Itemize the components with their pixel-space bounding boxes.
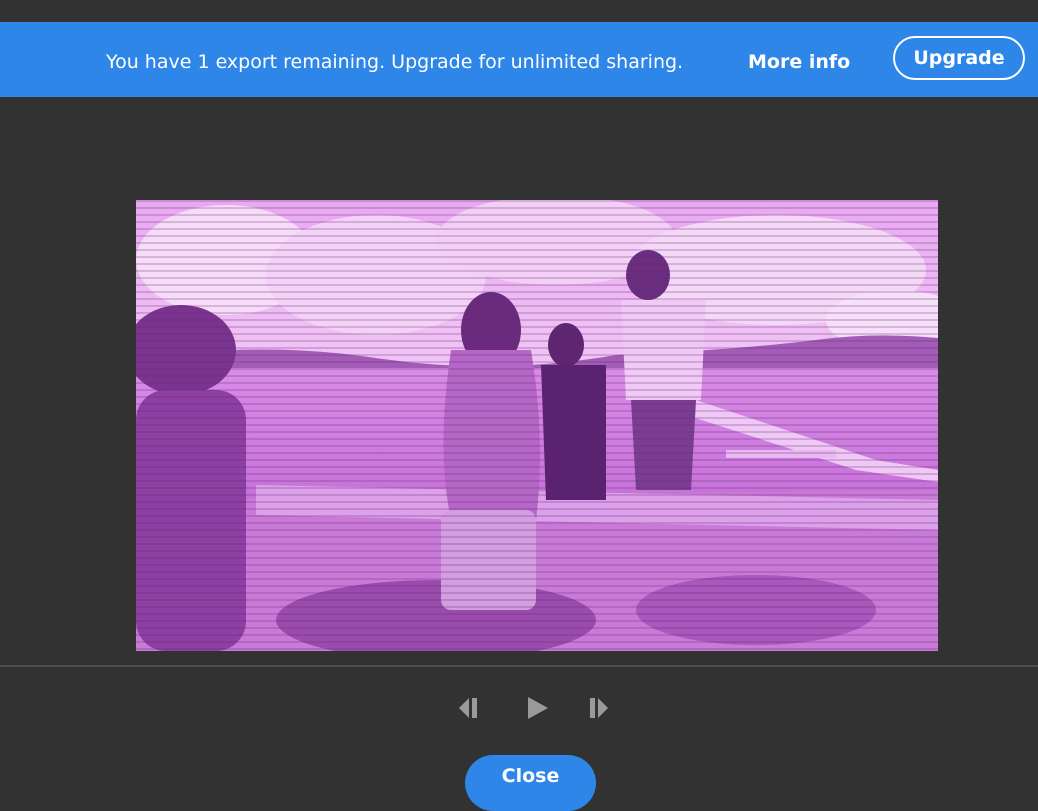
video-preview [136, 200, 938, 651]
timeline-divider [0, 665, 1038, 667]
video-frame-image [136, 200, 938, 651]
playback-controls [0, 690, 1038, 726]
play-icon [528, 697, 548, 719]
play-button[interactable] [519, 690, 555, 726]
banner-message: You have 1 export remaining. Upgrade for… [106, 51, 684, 73]
upgrade-banner: You have 1 export remaining. Upgrade for… [0, 22, 1038, 97]
step-backward-icon [459, 698, 477, 718]
top-strip [0, 0, 1038, 22]
close-button[interactable]: Close [465, 755, 596, 811]
more-info-link[interactable]: More info [748, 50, 850, 74]
step-forward-icon [590, 698, 608, 718]
upgrade-button[interactable]: Upgrade [893, 36, 1025, 80]
step-forward-button[interactable] [583, 690, 619, 726]
step-backward-button[interactable] [453, 690, 489, 726]
